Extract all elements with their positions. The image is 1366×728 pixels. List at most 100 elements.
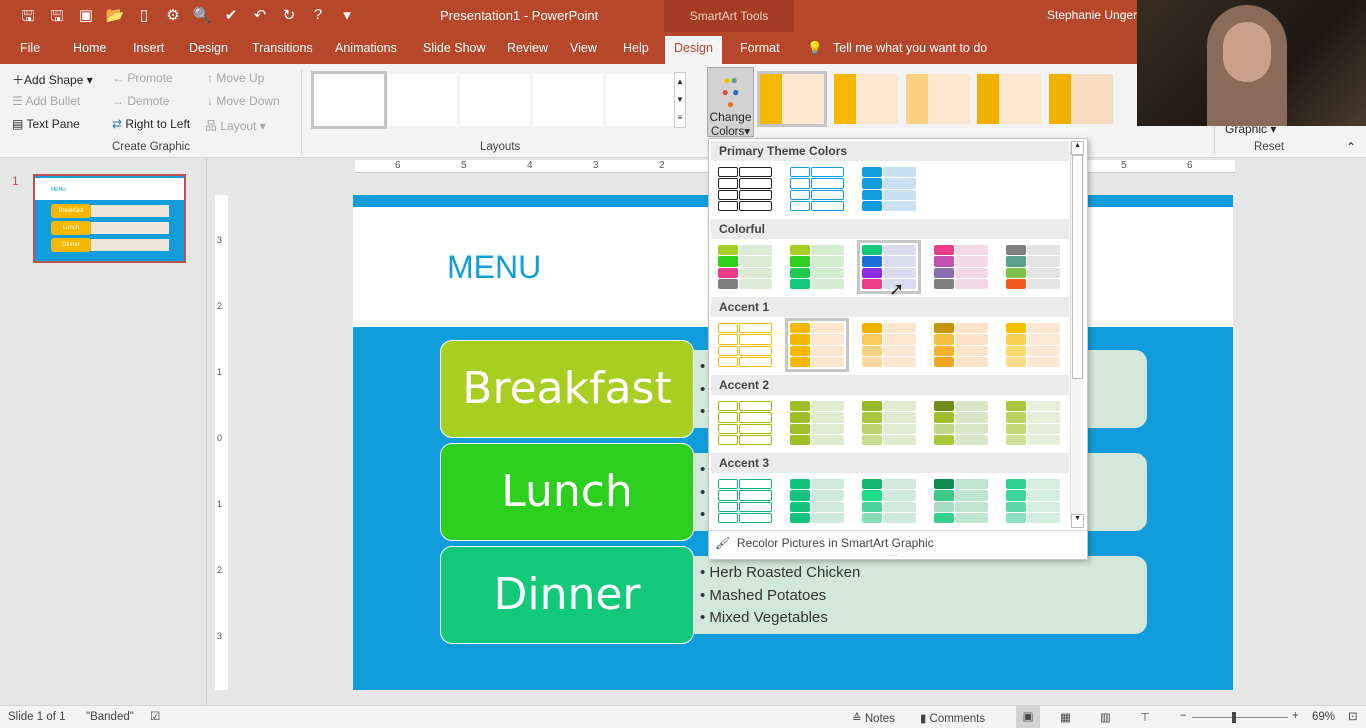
color-option[interactable] [1004,243,1062,291]
scroll-up-icon[interactable]: ▲ [1071,141,1084,155]
move-down-button[interactable]: ↓ Move Down [207,94,280,108]
save-as-icon[interactable]: 🖫 [47,6,67,31]
resize-grip[interactable]: ···· [887,551,898,560]
color-option[interactable] [1004,399,1062,447]
zoom-slider[interactable] [1192,712,1288,723]
color-option[interactable] [860,165,918,213]
smartart-style-2[interactable] [834,74,898,124]
accessibility-icon[interactable]: ☑ [150,709,160,723]
tab-help[interactable]: Help [623,41,649,55]
demote-button[interactable]: → Demote [112,94,169,108]
color-option[interactable] [785,318,849,372]
layout-vertical-chevron-list[interactable] [387,74,457,126]
mouse-cursor-icon: ➚ [889,279,905,299]
gallery-section-header: Primary Theme Colors [711,141,1069,161]
tab-animations[interactable]: Animations [335,41,397,55]
color-option[interactable] [860,477,918,525]
user-name[interactable]: Stephanie Unger [1047,8,1137,22]
smartart-style-1[interactable] [757,71,827,127]
right-to-left-label: Right to Left [125,117,191,131]
color-option[interactable] [932,321,990,369]
undo-icon[interactable]: ↶ [250,6,270,31]
layout-trapezoid-list[interactable] [606,74,676,126]
tab-design[interactable]: Design [189,41,228,55]
open-icon[interactable]: 📂 [105,6,125,31]
customize-icon[interactable]: ▾ [337,6,357,31]
reading-view-icon[interactable]: ▥ [1100,710,1111,724]
category-box[interactable]: Lunch [440,443,694,541]
tab-review[interactable]: Review [507,41,548,55]
tab-format[interactable]: Format [740,41,780,55]
spelling-icon[interactable]: ✔ [221,6,241,31]
color-option[interactable] [788,243,846,291]
present-icon[interactable]: ▣ [76,6,96,31]
color-option[interactable] [716,243,774,291]
change-colors-button[interactable]: ●● ● ● ● Change Colors▾ [707,67,754,138]
color-option[interactable] [788,477,846,525]
text-pane-button[interactable]: ▤ Text Pane [12,117,80,131]
color-option[interactable] [1004,477,1062,525]
tab-view[interactable]: View [570,41,597,55]
help-icon[interactable]: ? [308,6,328,31]
add-bullet-button[interactable]: ☰ Add Bullet [12,94,80,108]
scroll-down-icon[interactable]: ▼ [1071,514,1084,528]
slide-thumbnail[interactable]: MENU Breakfast Lunch Dinner [33,174,186,263]
add-shape-button[interactable]: ＋Add Shape ▾ [12,71,93,88]
layout-horizontal-bullet-list[interactable] [460,74,530,126]
gallery-scrollbar[interactable]: ▲ ▼ [1070,141,1084,528]
gallery-section-header: Accent 1 [711,297,1069,317]
color-option[interactable] [932,399,990,447]
new-icon[interactable]: ▯ [134,6,154,31]
move-up-button[interactable]: ↑ Move Up [207,71,264,85]
print-preview-icon[interactable]: 🔍 [192,6,212,31]
tab-smartart-design[interactable]: Design [665,36,722,64]
zoom-level[interactable]: 69% [1312,711,1335,723]
smartart-style-4[interactable] [977,74,1041,124]
redo-icon[interactable]: ↻ [279,6,299,31]
tab-file[interactable]: File [20,41,40,55]
zoom-out-button[interactable]: − [1180,710,1187,722]
color-option[interactable] [1004,321,1062,369]
color-option[interactable] [716,321,774,369]
category-details[interactable]: • Herb Roasted Chicken • Mashed Potatoes •… [694,556,1147,634]
slideshow-icon[interactable]: ⊤ [1140,710,1150,724]
thumb-item: Lunch [51,221,91,235]
slide-sorter-icon[interactable]: ▦ [1060,710,1071,724]
tab-insert[interactable]: Insert [133,41,164,55]
comments-button[interactable]: ▮ Comments [920,711,985,725]
normal-view-icon[interactable]: ▣ [1016,706,1040,728]
color-option[interactable] [932,477,990,525]
color-option[interactable] [716,477,774,525]
tell-me-search[interactable]: Tell me what you want to do [833,41,987,55]
right-to-left-button[interactable]: ⇄ Right to Left [112,117,190,131]
fit-to-window-icon[interactable]: ⊡ [1348,709,1358,723]
category-box[interactable]: Dinner [440,546,694,644]
color-option[interactable] [860,399,918,447]
color-option[interactable] [716,165,774,213]
layout-vertical-bullet-list[interactable] [311,71,387,129]
save-icon[interactable]: 🖫 [18,6,38,31]
collapse-ribbon-icon[interactable]: ⌃ [1346,140,1356,154]
color-option[interactable] [716,399,774,447]
scroll-thumb[interactable] [1072,155,1083,379]
category-box[interactable]: Breakfast [440,340,694,438]
color-option[interactable] [788,165,846,213]
notes-button[interactable]: ≙ Notes [852,711,895,725]
zoom-slider-thumb[interactable] [1232,712,1237,723]
tab-home[interactable]: Home [73,41,106,55]
smartart-style-3[interactable] [906,74,970,124]
tab-slide-show[interactable]: Slide Show [423,41,486,55]
share-icon[interactable]: ⚙ [163,6,183,31]
layout-button[interactable]: 品 Layout ▾ [205,117,266,134]
zoom-in-button[interactable]: + [1292,710,1299,722]
layout-arrow-list[interactable] [533,74,603,126]
layouts-scroll[interactable]: ▲ ▼ ≡ [674,72,686,128]
slide-title[interactable]: MENU [447,249,541,286]
tab-transitions[interactable]: Transitions [252,41,313,55]
color-option[interactable] [932,243,990,291]
color-option[interactable] [860,321,918,369]
smartart-style-5[interactable] [1049,74,1113,124]
promote-button[interactable]: ← Promote [112,71,173,85]
recolor-pictures-option[interactable]: 🖌 Recolor Pictures in SmartArt Graphic [709,530,1087,560]
color-option[interactable] [788,399,846,447]
